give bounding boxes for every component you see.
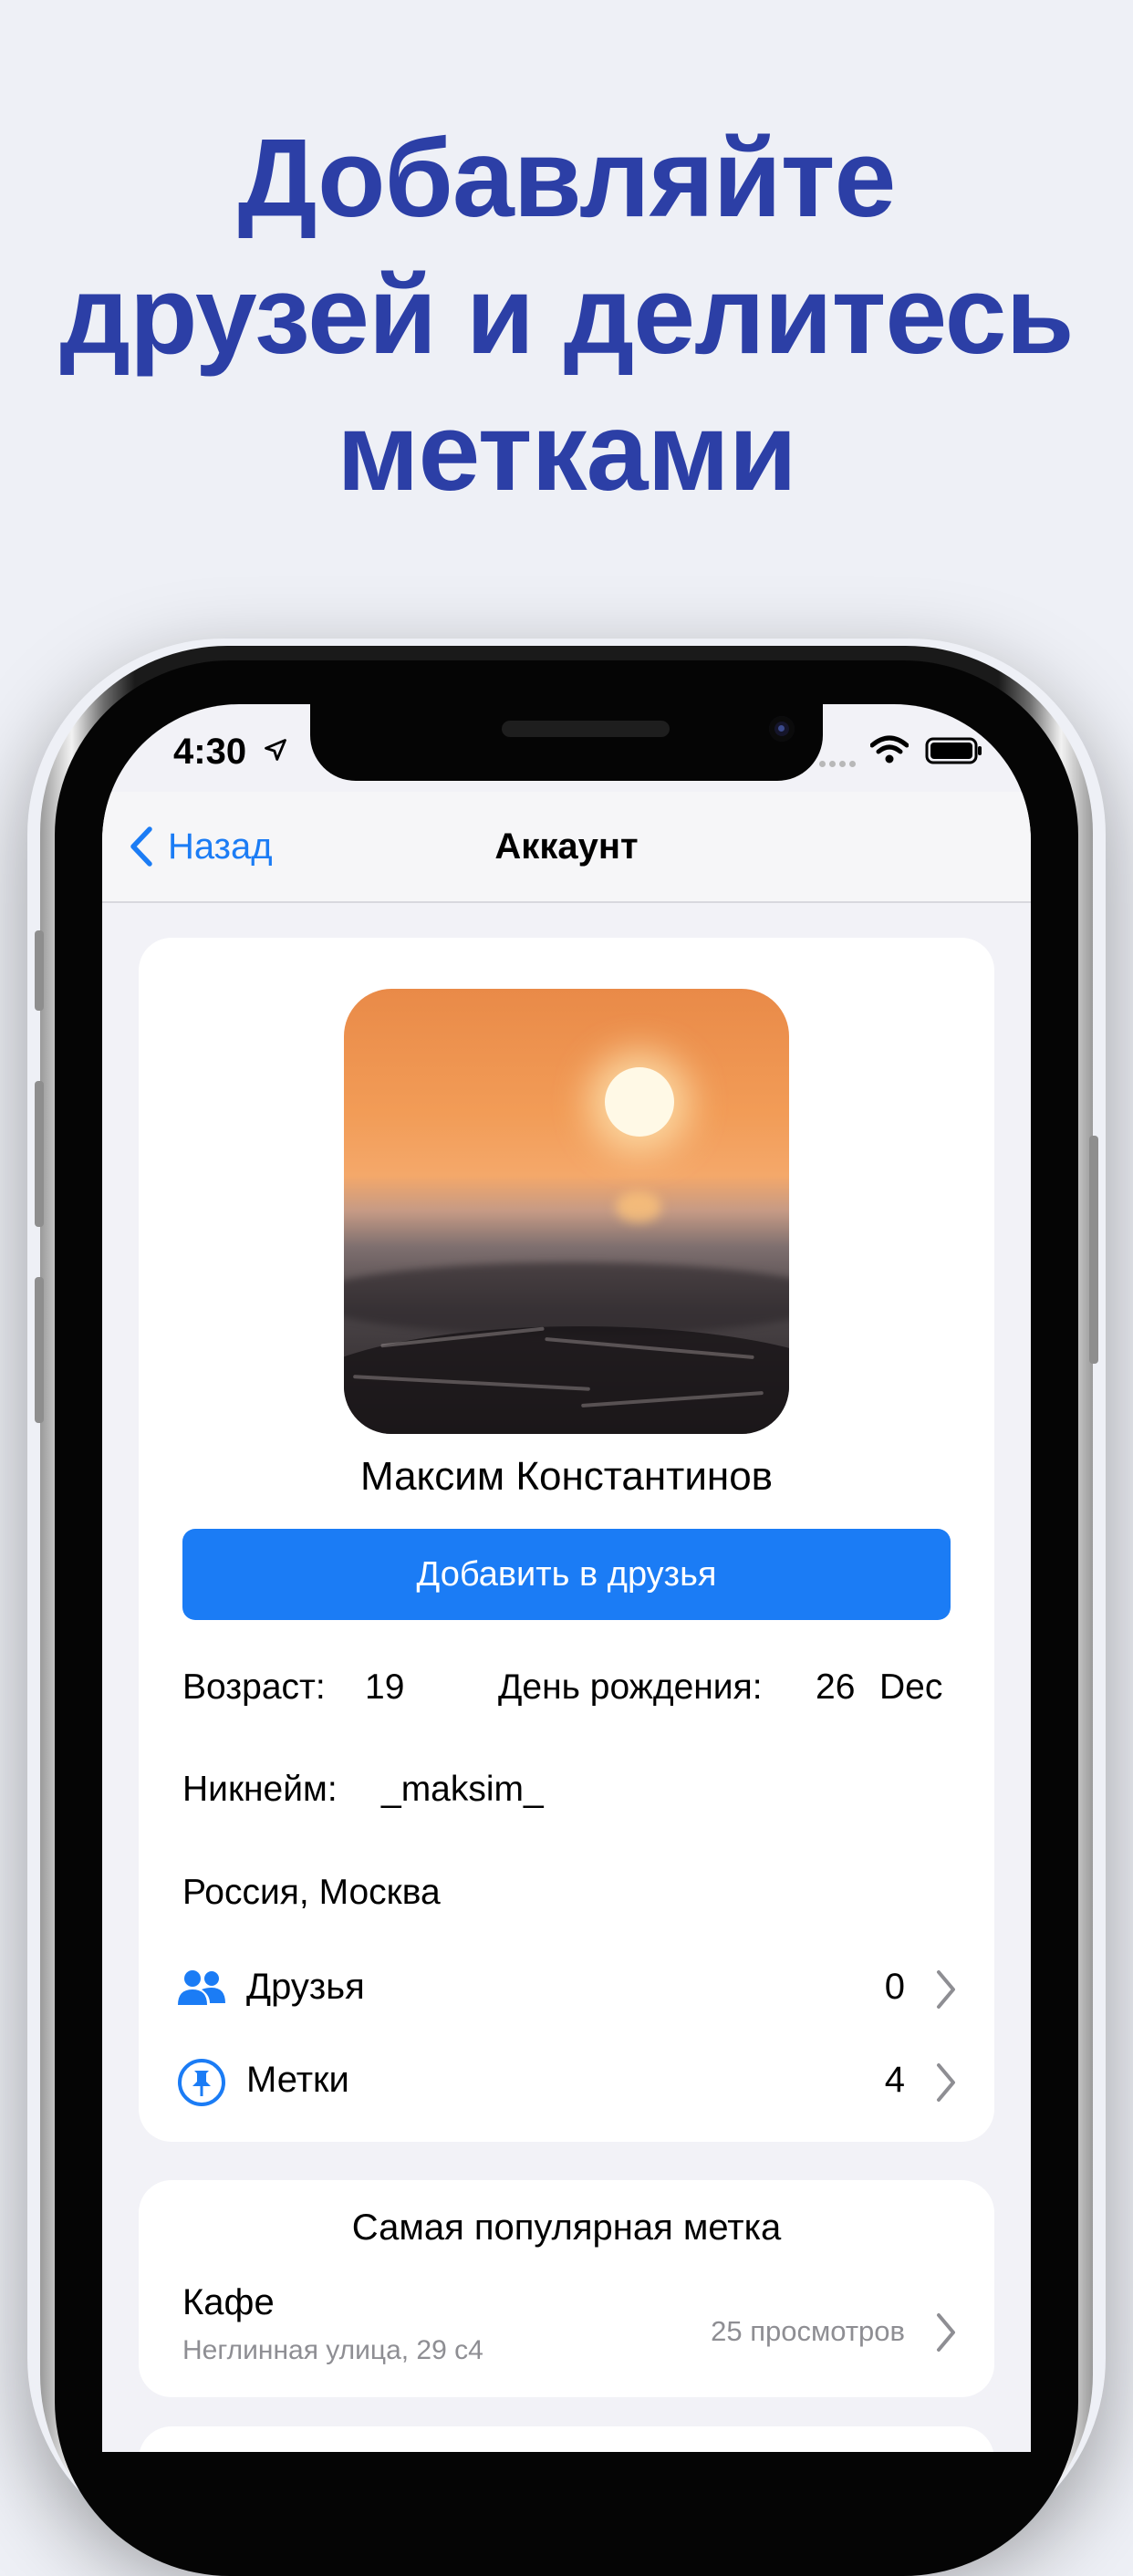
battery-icon bbox=[925, 737, 982, 764]
headline-line-1: Добавляйте bbox=[237, 116, 897, 240]
place-views: 25 просмотров bbox=[711, 2315, 905, 2347]
place-address: Неглинная улица, 29 с4 bbox=[182, 2335, 483, 2365]
friends-count: 0 bbox=[884, 1967, 905, 2007]
pin-icon bbox=[178, 2059, 225, 2106]
age-label: Возраст: bbox=[182, 1667, 326, 1707]
chevron-right-icon bbox=[937, 2063, 955, 2102]
tags-row[interactable]: Метки 4 bbox=[139, 2041, 994, 2124]
speaker-grille bbox=[502, 721, 670, 737]
birthday-day: 26 bbox=[816, 1667, 856, 1707]
place-name: Кафе bbox=[182, 2282, 275, 2322]
user-name: Максим Константинов bbox=[359, 1454, 774, 1499]
promo-headline: Добавляйте друзей и делитесь метками bbox=[0, 109, 1133, 520]
location-text: Россия, Москва bbox=[182, 1873, 441, 1912]
birthday-label: День рождения: bbox=[498, 1667, 763, 1707]
popular-place-row[interactable]: Кафе Неглинная улица, 29 с4 25 просмотро… bbox=[139, 2279, 994, 2379]
notch bbox=[310, 704, 823, 781]
power-button bbox=[1089, 1136, 1098, 1364]
wifi-icon bbox=[870, 735, 909, 763]
profile-card: Максим Константинов Добавить в друзья Во… bbox=[139, 938, 994, 2142]
headline-line-3: метками bbox=[337, 390, 796, 514]
avatar-sun bbox=[605, 1067, 674, 1137]
friends-row[interactable]: Друзья 0 bbox=[139, 1948, 994, 2031]
front-camera bbox=[769, 716, 795, 742]
popular-tag-card: Самая популярная метка Кафе Неглинная ул… bbox=[139, 2180, 994, 2397]
avatar[interactable] bbox=[344, 989, 789, 1434]
cellular-signal-icon bbox=[819, 755, 859, 772]
location-arrow-icon bbox=[265, 739, 286, 761]
avatar-wave bbox=[344, 1262, 789, 1335]
friends-label: Друзья bbox=[246, 1967, 365, 2007]
headline-line-2: друзей и делитесь bbox=[59, 253, 1075, 377]
back-button[interactable]: Назад bbox=[128, 792, 273, 901]
phone-screen: 4:30 Аккаунт Назад Максим Константинов Д… bbox=[102, 704, 1031, 2452]
birthday-month: Dec bbox=[879, 1667, 943, 1707]
mute-switch bbox=[35, 930, 44, 1011]
nickname-label: Никнейм: bbox=[182, 1770, 338, 1809]
next-card bbox=[139, 2426, 994, 2452]
tags-count: 4 bbox=[884, 2060, 905, 2100]
volume-up-button bbox=[35, 1081, 44, 1227]
chevron-right-icon bbox=[937, 1970, 955, 2009]
nickname-value: _maksim_ bbox=[381, 1770, 544, 1809]
volume-down-button bbox=[35, 1277, 44, 1423]
popular-tag-title: Самая популярная метка bbox=[351, 2207, 782, 2248]
back-button-label: Назад bbox=[168, 826, 273, 867]
people-icon bbox=[178, 1970, 225, 2005]
add-friend-button[interactable]: Добавить в друзья bbox=[182, 1529, 951, 1620]
tags-label: Метки bbox=[246, 2060, 349, 2100]
avatar-sun-reflection bbox=[616, 1191, 661, 1222]
status-time: 4:30 bbox=[173, 732, 247, 772]
chevron-left-icon bbox=[130, 826, 152, 867]
navigation-bar: Аккаунт Назад bbox=[102, 792, 1031, 903]
age-value: 19 bbox=[365, 1667, 405, 1707]
chevron-right-icon bbox=[937, 2313, 955, 2352]
